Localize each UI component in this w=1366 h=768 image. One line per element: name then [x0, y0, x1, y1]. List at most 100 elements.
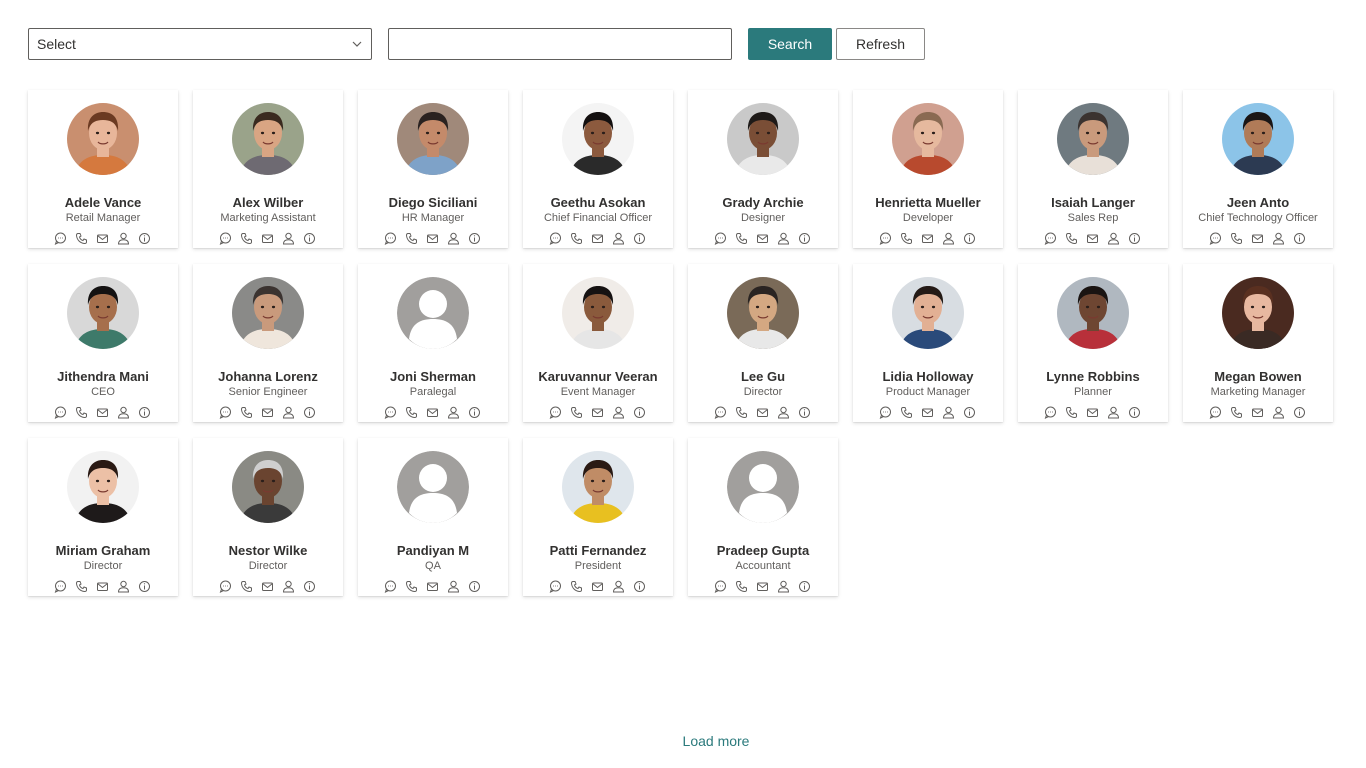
person-card[interactable]: Johanna Lorenz Senior Engineer — [193, 264, 343, 422]
info-icon[interactable] — [798, 232, 811, 245]
person-icon[interactable] — [612, 232, 625, 245]
info-icon[interactable] — [633, 232, 646, 245]
info-icon[interactable] — [963, 406, 976, 419]
person-icon[interactable] — [1107, 232, 1120, 245]
person-card[interactable]: Adele Vance Retail Manager — [28, 90, 178, 248]
person-icon[interactable] — [282, 580, 295, 593]
mail-icon[interactable] — [1251, 232, 1264, 245]
person-card[interactable]: Jeen Anto Chief Technology Officer — [1183, 90, 1333, 248]
person-icon[interactable] — [282, 406, 295, 419]
person-icon[interactable] — [117, 232, 130, 245]
person-card[interactable]: Henrietta Mueller Developer — [853, 90, 1003, 248]
chat-icon[interactable] — [384, 580, 397, 593]
chat-icon[interactable] — [879, 232, 892, 245]
person-card[interactable]: Patti Fernandez President — [523, 438, 673, 596]
phone-icon[interactable] — [1230, 406, 1243, 419]
person-card[interactable]: Isaiah Langer Sales Rep — [1018, 90, 1168, 248]
phone-icon[interactable] — [75, 580, 88, 593]
person-card[interactable]: Grady Archie Designer — [688, 90, 838, 248]
person-card[interactable]: Geethu Asokan Chief Financial Officer — [523, 90, 673, 248]
chat-icon[interactable] — [549, 232, 562, 245]
phone-icon[interactable] — [735, 406, 748, 419]
phone-icon[interactable] — [240, 580, 253, 593]
mail-icon[interactable] — [96, 232, 109, 245]
info-icon[interactable] — [303, 232, 316, 245]
person-icon[interactable] — [117, 580, 130, 593]
mail-icon[interactable] — [591, 580, 604, 593]
info-icon[interactable] — [468, 232, 481, 245]
chat-icon[interactable] — [54, 580, 67, 593]
mail-icon[interactable] — [261, 406, 274, 419]
chat-icon[interactable] — [1044, 232, 1057, 245]
info-icon[interactable] — [798, 580, 811, 593]
phone-icon[interactable] — [735, 232, 748, 245]
info-icon[interactable] — [468, 406, 481, 419]
mail-icon[interactable] — [591, 232, 604, 245]
phone-icon[interactable] — [75, 406, 88, 419]
mail-icon[interactable] — [96, 406, 109, 419]
phone-icon[interactable] — [570, 580, 583, 593]
info-icon[interactable] — [798, 406, 811, 419]
person-icon[interactable] — [777, 232, 790, 245]
phone-icon[interactable] — [900, 406, 913, 419]
phone-icon[interactable] — [735, 580, 748, 593]
chat-icon[interactable] — [1044, 406, 1057, 419]
person-icon[interactable] — [447, 232, 460, 245]
person-icon[interactable] — [1272, 406, 1285, 419]
person-card[interactable]: Joni Sherman Paralegal — [358, 264, 508, 422]
info-icon[interactable] — [138, 406, 151, 419]
person-icon[interactable] — [777, 580, 790, 593]
mail-icon[interactable] — [96, 580, 109, 593]
mail-icon[interactable] — [1086, 406, 1099, 419]
mail-icon[interactable] — [426, 232, 439, 245]
mail-icon[interactable] — [426, 580, 439, 593]
info-icon[interactable] — [138, 232, 151, 245]
chat-icon[interactable] — [714, 580, 727, 593]
search-button[interactable]: Search — [748, 28, 832, 60]
mail-icon[interactable] — [1251, 406, 1264, 419]
info-icon[interactable] — [468, 580, 481, 593]
chat-icon[interactable] — [549, 580, 562, 593]
phone-icon[interactable] — [75, 232, 88, 245]
person-card[interactable]: Pandiyan M QA — [358, 438, 508, 596]
person-card[interactable]: Pradeep Gupta Accountant — [688, 438, 838, 596]
person-card[interactable]: Karuvannur Veeran Event Manager — [523, 264, 673, 422]
info-icon[interactable] — [303, 406, 316, 419]
info-icon[interactable] — [963, 232, 976, 245]
person-card[interactable]: Jithendra Mani CEO — [28, 264, 178, 422]
person-icon[interactable] — [942, 406, 955, 419]
mail-icon[interactable] — [756, 232, 769, 245]
info-icon[interactable] — [1128, 406, 1141, 419]
person-card[interactable]: Alex Wilber Marketing Assistant — [193, 90, 343, 248]
mail-icon[interactable] — [261, 232, 274, 245]
person-card[interactable]: Nestor Wilke Director — [193, 438, 343, 596]
phone-icon[interactable] — [240, 406, 253, 419]
mail-icon[interactable] — [261, 580, 274, 593]
info-icon[interactable] — [1128, 232, 1141, 245]
person-icon[interactable] — [117, 406, 130, 419]
phone-icon[interactable] — [405, 580, 418, 593]
search-input[interactable] — [388, 28, 732, 60]
person-card[interactable]: Miriam Graham Director — [28, 438, 178, 596]
mail-icon[interactable] — [1086, 232, 1099, 245]
chat-icon[interactable] — [714, 406, 727, 419]
phone-icon[interactable] — [405, 232, 418, 245]
mail-icon[interactable] — [756, 580, 769, 593]
chat-icon[interactable] — [384, 232, 397, 245]
phone-icon[interactable] — [570, 232, 583, 245]
phone-icon[interactable] — [405, 406, 418, 419]
mail-icon[interactable] — [921, 406, 934, 419]
chat-icon[interactable] — [714, 232, 727, 245]
chat-icon[interactable] — [219, 406, 232, 419]
phone-icon[interactable] — [570, 406, 583, 419]
phone-icon[interactable] — [1065, 232, 1078, 245]
person-icon[interactable] — [612, 580, 625, 593]
mail-icon[interactable] — [921, 232, 934, 245]
filter-select[interactable]: Select — [28, 28, 372, 60]
mail-icon[interactable] — [426, 406, 439, 419]
load-more-link[interactable]: Load more — [0, 733, 1366, 749]
refresh-button[interactable]: Refresh — [836, 28, 925, 60]
mail-icon[interactable] — [591, 406, 604, 419]
chat-icon[interactable] — [219, 232, 232, 245]
phone-icon[interactable] — [240, 232, 253, 245]
